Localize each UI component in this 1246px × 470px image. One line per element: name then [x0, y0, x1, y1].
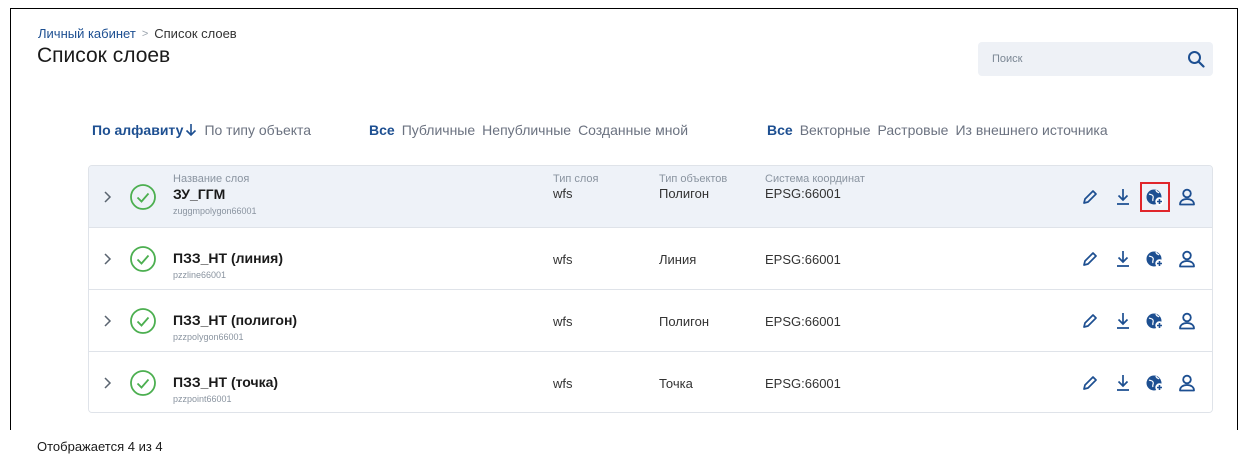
visibility-filter-group: Все Публичные Непубличные Созданные мной: [369, 122, 688, 138]
crs-cell: Система координат EPSG:66001: [765, 173, 865, 202]
layer-name-cell: ПЗЗ_НТ (линия) pzzline66001: [173, 250, 283, 281]
page-title: Список слоев: [37, 44, 171, 67]
globe-plus-icon[interactable]: [1144, 372, 1166, 394]
table-row[interactable]: ПЗЗ_НТ (линия) pzzline66001 wfs Линия EP…: [89, 228, 1212, 290]
user-icon[interactable]: [1176, 310, 1198, 332]
object-type-cell: Полигон: [659, 314, 709, 330]
sort-alphabet[interactable]: По алфавиту: [92, 122, 197, 138]
check-circle-icon: [130, 184, 156, 210]
source-raster[interactable]: Растровые: [878, 122, 949, 138]
object-type-cell: Линия: [659, 252, 696, 268]
row-actions: [1072, 290, 1212, 352]
breadcrumb-link-cabinet[interactable]: Личный кабинет: [38, 26, 136, 41]
layer-type-cell: wfs: [553, 376, 573, 392]
crs-cell: EPSG:66001: [765, 376, 841, 392]
column-header-object-type: Тип объектов: [659, 173, 728, 185]
search-box: [978, 42, 1213, 76]
user-icon[interactable]: [1176, 248, 1198, 270]
crs-value: EPSG:66001: [765, 314, 841, 329]
layer-id: pzzline66001: [173, 270, 227, 280]
layer-type: wfs: [553, 252, 573, 267]
pencil-icon[interactable]: [1079, 310, 1101, 332]
layer-type: wfs: [553, 376, 573, 391]
breadcrumb-separator: >: [141, 27, 149, 40]
column-header-name: Название слоя: [173, 173, 250, 185]
globe-plus-icon[interactable]: [1140, 182, 1170, 212]
download-icon[interactable]: [1112, 372, 1134, 394]
globe-plus-icon[interactable]: [1144, 310, 1166, 332]
visibility-private[interactable]: Непубличные: [482, 122, 571, 138]
search-icon[interactable]: [1187, 50, 1205, 68]
check-circle-icon: [130, 370, 156, 396]
table-row[interactable]: ПЗЗ_НТ (точка) pzzpoint66001 wfs Точка E…: [89, 352, 1212, 412]
source-filter-group: Все Векторные Растровые Из внешнего исто…: [767, 122, 1108, 138]
layer-type: wfs: [553, 314, 573, 329]
crs-value: EPSG:66001: [765, 252, 841, 267]
object-type: Полигон: [659, 186, 710, 201]
source-all[interactable]: Все: [767, 122, 793, 138]
layer-type: wfs: [553, 186, 573, 201]
chevron-right-icon[interactable]: [103, 314, 113, 328]
layer-name: ПЗЗ_НТ (точка): [173, 374, 279, 390]
download-icon[interactable]: [1112, 186, 1134, 208]
chevron-right-icon[interactable]: [103, 376, 113, 390]
visibility-all[interactable]: Все: [369, 122, 395, 138]
crs-cell: EPSG:66001: [765, 314, 841, 330]
table-row[interactable]: Название слоя ЗУ_ГГМ zuggmpolygon66001 Т…: [89, 166, 1212, 228]
layer-name-cell: ПЗЗ_НТ (полигон) pzzpolygon66001: [173, 312, 297, 343]
download-icon[interactable]: [1112, 310, 1134, 332]
crs-value: EPSG:66001: [765, 186, 841, 201]
check-circle-icon: [130, 246, 156, 272]
user-icon[interactable]: [1176, 186, 1198, 208]
arrow-down-icon: [186, 124, 197, 137]
visibility-mine[interactable]: Созданные мной: [578, 122, 688, 138]
user-icon[interactable]: [1176, 372, 1198, 394]
globe-plus-icon[interactable]: [1144, 248, 1166, 270]
column-header-crs: Система координат: [765, 173, 865, 185]
layer-name-cell: ПЗЗ_НТ (точка) pzzpoint66001: [173, 374, 278, 405]
layer-type-cell: wfs: [553, 314, 573, 330]
object-type: Полигон: [659, 314, 710, 329]
sort-object-type[interactable]: По типу объекта: [204, 122, 311, 138]
table-row[interactable]: ПЗЗ_НТ (полигон) pzzpolygon66001 wfs Пол…: [89, 290, 1212, 352]
pencil-icon[interactable]: [1079, 372, 1101, 394]
sort-filter-group: По алфавиту По типу объекта: [92, 122, 311, 138]
layer-id: pzzpolygon66001: [173, 332, 244, 342]
search-input[interactable]: [978, 42, 1178, 76]
results-count: Отображается 4 из 4: [37, 439, 163, 454]
check-circle-icon: [130, 308, 156, 334]
object-type: Линия: [659, 252, 697, 267]
breadcrumb-current: Список слоев: [154, 26, 237, 41]
source-external[interactable]: Из внешнего источника: [955, 122, 1107, 138]
row-actions: [1072, 228, 1212, 290]
layer-id: pzzpoint66001: [173, 394, 232, 404]
column-header-type: Тип слоя: [553, 173, 599, 185]
source-vector[interactable]: Векторные: [800, 122, 871, 138]
layer-type-cell: wfs: [553, 252, 573, 268]
layer-name: ЗУ_ГГМ: [173, 186, 226, 202]
crs-value: EPSG:66001: [765, 376, 841, 391]
layer-name-cell: Название слоя ЗУ_ГГМ zuggmpolygon66001: [173, 173, 257, 217]
pencil-icon[interactable]: [1079, 248, 1101, 270]
layer-name: ПЗЗ_НТ (полигон): [173, 312, 298, 328]
layer-id: zuggmpolygon66001: [173, 206, 257, 216]
visibility-public[interactable]: Публичные: [402, 122, 475, 138]
layer-name: ПЗЗ_НТ (линия): [173, 250, 283, 266]
row-actions: [1072, 166, 1212, 228]
layers-table: Название слоя ЗУ_ГГМ zuggmpolygon66001 Т…: [88, 165, 1213, 413]
pencil-icon[interactable]: [1079, 186, 1101, 208]
row-actions: [1072, 352, 1212, 412]
object-type: Точка: [659, 376, 693, 391]
layer-type-cell: Тип слоя wfs: [553, 173, 599, 202]
download-icon[interactable]: [1112, 248, 1134, 270]
chevron-right-icon[interactable]: [103, 252, 113, 266]
breadcrumb: Личный кабинет > Список слоев: [38, 26, 237, 41]
chevron-right-icon[interactable]: [103, 190, 113, 204]
object-type-cell: Тип объектов Полигон: [659, 173, 727, 202]
object-type-cell: Точка: [659, 376, 693, 392]
crs-cell: EPSG:66001: [765, 252, 841, 268]
